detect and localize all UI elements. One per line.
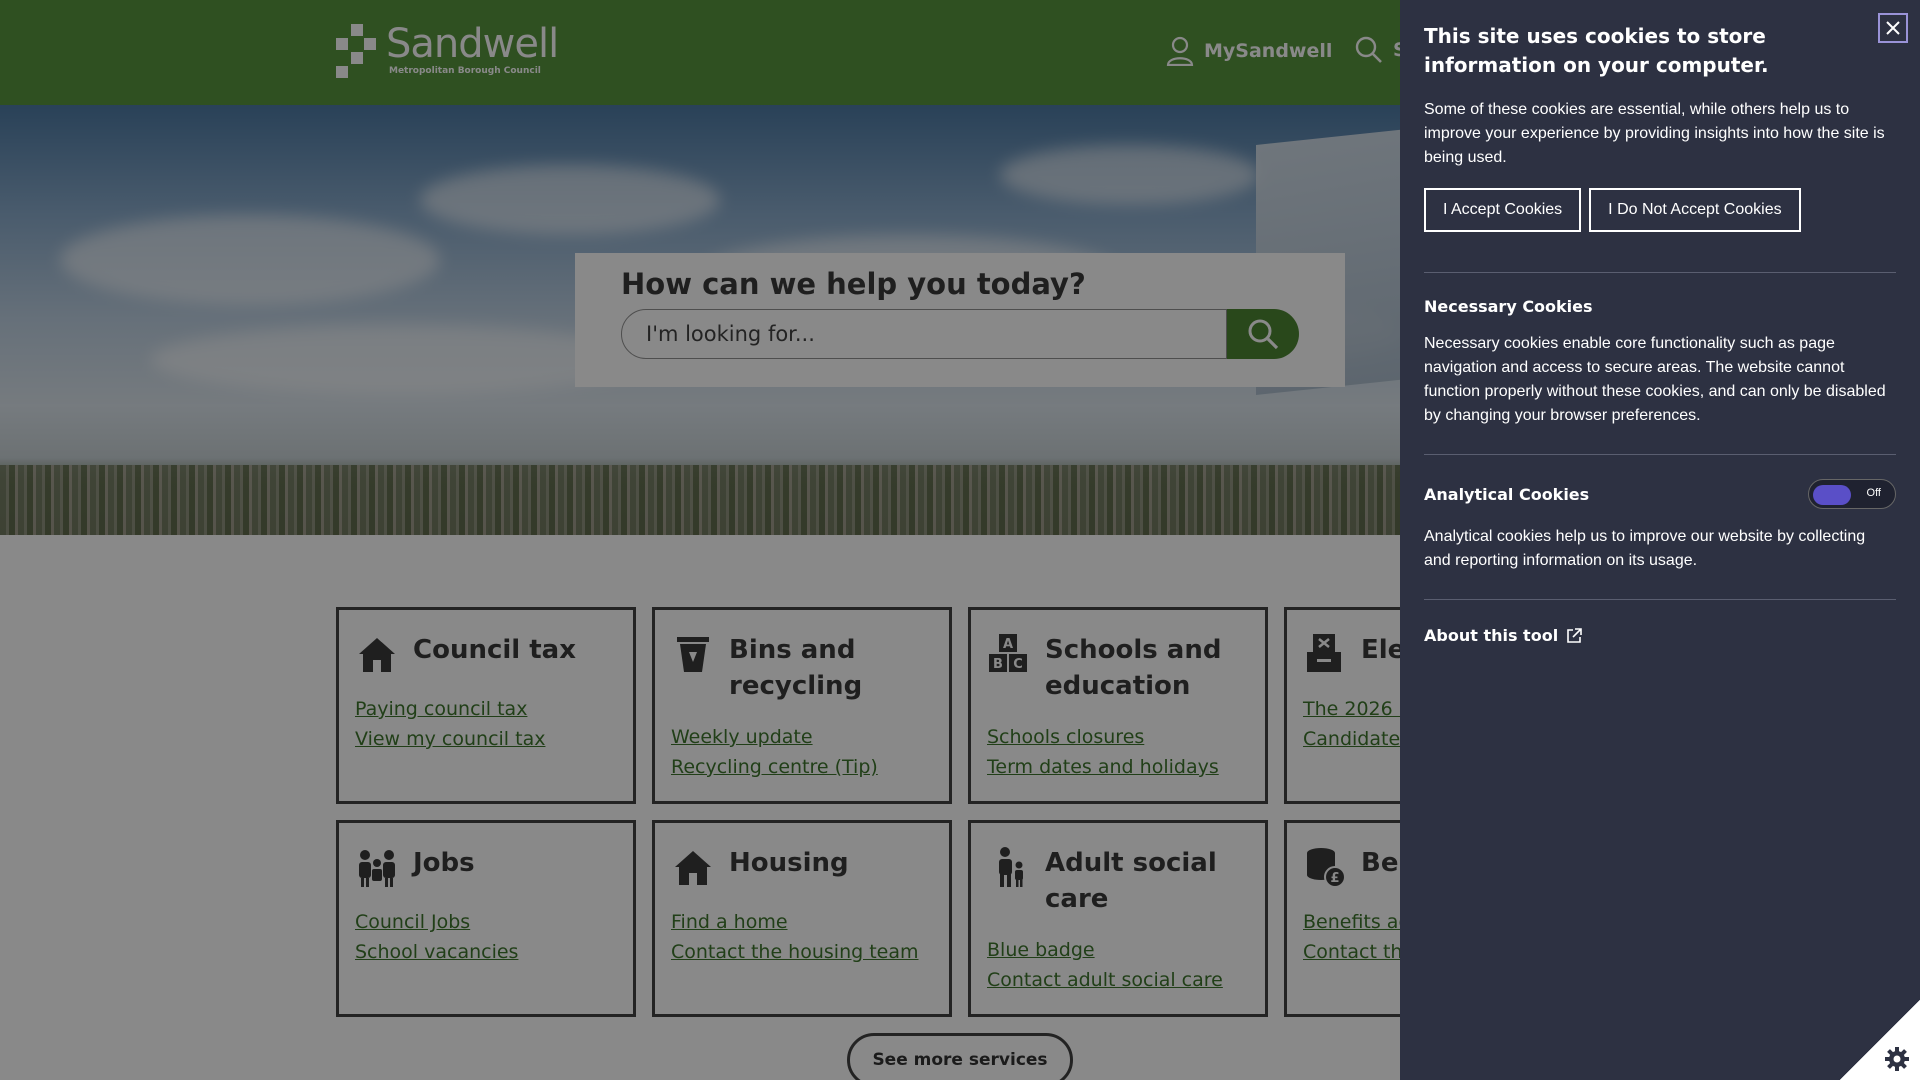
toggle-state-label: Off (1866, 487, 1881, 499)
toggle-knob (1813, 485, 1851, 505)
gear-icon (1885, 1047, 1909, 1071)
divider (1424, 454, 1896, 455)
about-this-tool-link[interactable]: About this tool (1424, 626, 1896, 645)
divider (1424, 272, 1896, 273)
cookie-intro-text: Some of these cookies are essential, whi… (1424, 101, 1885, 166)
close-cookie-panel-button[interactable] (1878, 13, 1908, 43)
analytical-cookies-text: Analytical cookies help us to improve ou… (1424, 528, 1866, 569)
analytical-cookies-title: Analytical Cookies (1424, 484, 1590, 504)
necessary-cookies-text: Necessary cookies enable core functional… (1424, 335, 1886, 424)
analytical-cookies-toggle[interactable]: Off (1808, 479, 1896, 509)
divider (1424, 599, 1896, 600)
about-this-tool-label: About this tool (1424, 626, 1559, 645)
cookie-panel-title: This site uses cookies to store informat… (1424, 24, 1769, 77)
reject-cookies-button[interactable]: I Do Not Accept Cookies (1589, 188, 1801, 232)
close-icon (1886, 21, 1900, 35)
external-link-icon (1567, 627, 1582, 643)
cookie-settings-button[interactable] (1840, 1000, 1920, 1080)
cookie-panel: This site uses cookies to store informat… (1400, 0, 1920, 1080)
accept-cookies-button[interactable]: I Accept Cookies (1424, 188, 1582, 232)
necessary-cookies-title: Necessary Cookies (1424, 297, 1593, 316)
